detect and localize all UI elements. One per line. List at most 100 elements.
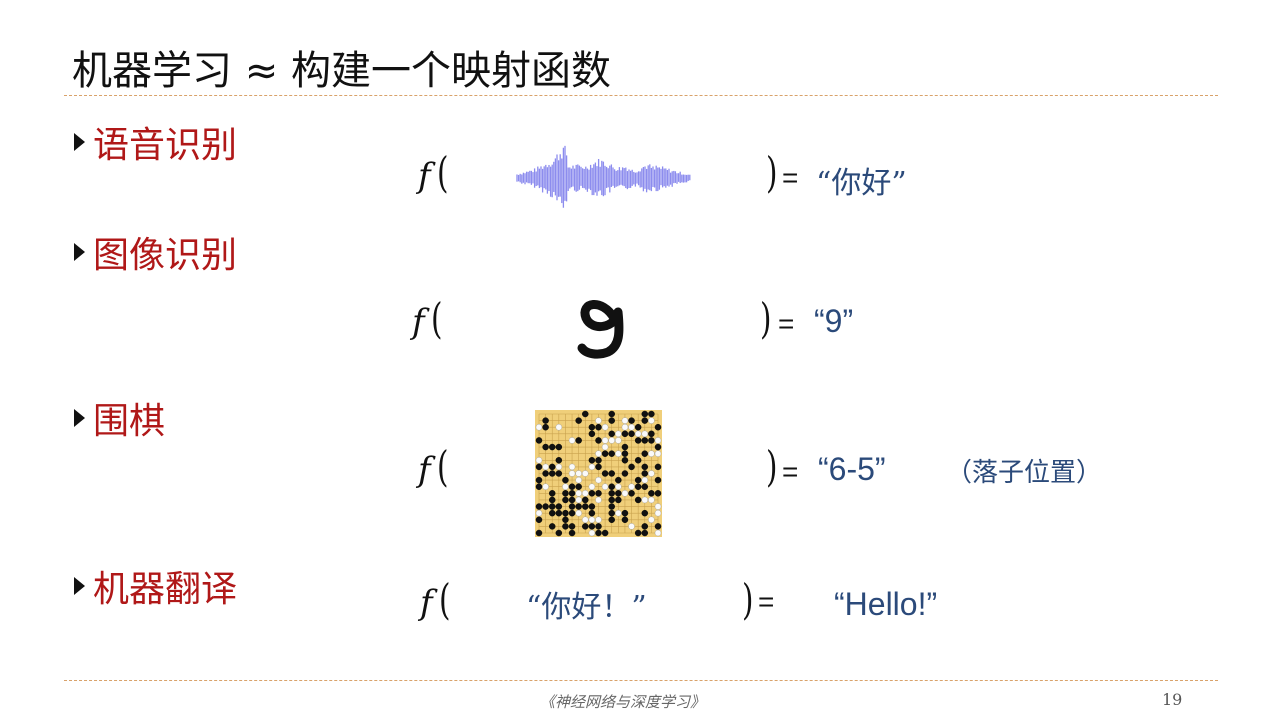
- output-text: “6-5”: [818, 451, 886, 487]
- slide-title: 机器学习 ≈ 构建一个映射函数: [72, 48, 611, 94]
- black-stone: [555, 509, 563, 517]
- black-stone: [582, 496, 589, 504]
- black-stone: [568, 503, 576, 510]
- black-stone: [595, 523, 602, 530]
- black-stone: [542, 443, 549, 451]
- white-stone: [648, 496, 655, 504]
- black-stone: [575, 437, 582, 444]
- black-stone: [641, 417, 649, 424]
- black-stone: [608, 410, 615, 418]
- white-stone: [568, 463, 576, 471]
- black-stone: [641, 463, 649, 471]
- white-stone: [641, 476, 649, 484]
- black-stone: [641, 509, 649, 517]
- white-stone: [654, 509, 662, 517]
- white-stone: [582, 470, 589, 477]
- white-stone: [582, 516, 589, 524]
- equals-sign: =: [758, 586, 775, 617]
- black-stone: [568, 490, 576, 497]
- input-text: “你好！”: [526, 590, 647, 625]
- black-stone: [654, 490, 662, 497]
- bullet-speech-recognition: 语音识别: [74, 116, 237, 168]
- equals-sign: =: [782, 456, 799, 487]
- black-stone: [542, 503, 549, 510]
- black-stone: [535, 529, 543, 537]
- output-text: “9”: [814, 303, 854, 339]
- footer-divider: [64, 680, 1218, 681]
- white-stone: [575, 470, 582, 477]
- black-stone: [654, 523, 662, 530]
- annotation-note: （落子位置）: [946, 458, 1103, 488]
- bullet-label: 图像识别: [93, 235, 238, 276]
- white-stone: [562, 483, 569, 490]
- black-stone: [588, 423, 596, 431]
- function-symbol: f: [418, 156, 431, 196]
- white-stone: [628, 483, 635, 490]
- black-stone: [608, 509, 615, 517]
- white-stone: [601, 423, 609, 431]
- black-stone: [535, 463, 543, 471]
- white-stone: [654, 450, 662, 457]
- black-stone: [608, 490, 615, 497]
- black-stone: [535, 483, 543, 490]
- bullet-triangle-icon: [74, 409, 85, 427]
- white-stone: [595, 516, 602, 524]
- black-stone: [588, 490, 596, 497]
- title-divider: [64, 95, 1218, 96]
- black-stone: [575, 417, 582, 424]
- black-stone: [641, 523, 649, 530]
- black-stone: [608, 450, 615, 457]
- black-stone: [582, 503, 589, 510]
- white-stone: [535, 509, 543, 517]
- function-symbol: f: [412, 302, 425, 342]
- white-stone: [568, 437, 576, 444]
- white-stone: [641, 496, 649, 504]
- black-stone: [648, 490, 655, 497]
- white-stone: [648, 417, 655, 424]
- black-stone: [628, 463, 635, 471]
- white-stone: [588, 529, 596, 537]
- white-stone: [615, 450, 622, 457]
- white-stone: [628, 423, 635, 431]
- close-paren: ): [766, 148, 778, 197]
- black-stone: [641, 410, 649, 418]
- white-stone: [535, 423, 543, 431]
- black-stone: [654, 423, 662, 431]
- black-stone: [595, 529, 602, 537]
- black-stone: [608, 430, 615, 438]
- black-stone: [588, 430, 596, 438]
- open-paren: (: [439, 575, 451, 624]
- black-stone: [555, 470, 563, 477]
- waveform-image: [516, 145, 691, 208]
- black-stone: [641, 470, 649, 477]
- black-stone: [654, 476, 662, 484]
- black-stone: [548, 490, 556, 497]
- black-stone: [621, 430, 629, 438]
- black-stone: [595, 457, 602, 464]
- bullet-label: 机器翻译: [93, 569, 238, 610]
- bullet-label: 围棋: [93, 401, 166, 442]
- black-stone: [542, 417, 549, 424]
- black-stone: [582, 410, 589, 418]
- white-stone: [648, 470, 655, 477]
- handwritten-digit-image: [577, 300, 624, 359]
- black-stone: [601, 450, 609, 457]
- white-stone: [615, 430, 622, 438]
- black-stone: [654, 443, 662, 451]
- white-stone: [634, 430, 642, 438]
- black-stone: [648, 410, 655, 418]
- black-stone: [568, 483, 576, 490]
- black-stone: [588, 509, 596, 517]
- black-stone: [562, 516, 569, 524]
- white-stone: [621, 490, 629, 497]
- black-stone: [555, 503, 563, 510]
- close-paren: ): [760, 294, 772, 343]
- black-stone: [548, 463, 556, 471]
- black-stone: [535, 437, 543, 444]
- black-stone: [582, 523, 589, 530]
- black-stone: [634, 476, 642, 484]
- black-stone: [595, 490, 602, 497]
- equals-sign: =: [778, 308, 795, 339]
- page-number: 19: [1162, 690, 1183, 709]
- bullet-go: 围棋: [74, 392, 165, 444]
